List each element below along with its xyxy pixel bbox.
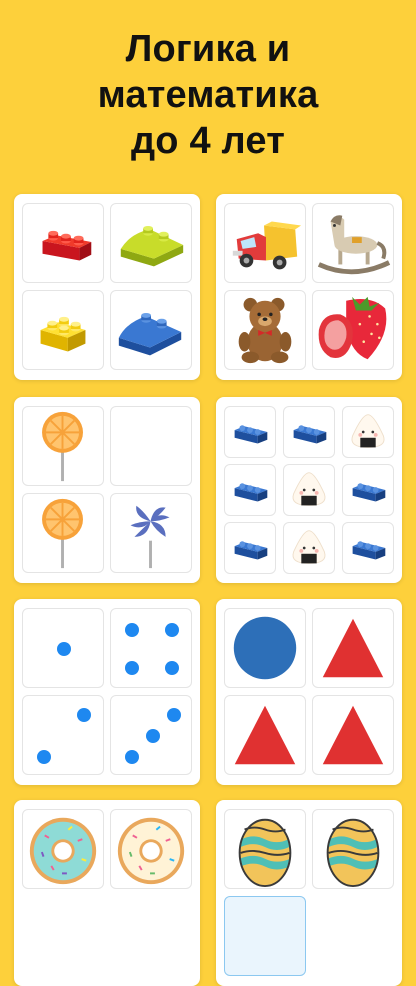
swirl-lollipop-icon bbox=[130, 501, 171, 569]
empty-answer-cell[interactable] bbox=[110, 406, 192, 486]
donut-cell[interactable] bbox=[22, 809, 104, 889]
dot bbox=[57, 642, 71, 656]
lollipop-cell[interactable] bbox=[110, 493, 192, 573]
toy-cell[interactable] bbox=[312, 203, 394, 283]
blue-brick-icon bbox=[352, 541, 386, 560]
toy-cell[interactable] bbox=[224, 290, 306, 370]
easter-egg-icon bbox=[238, 818, 292, 888]
red-triangle-shape bbox=[234, 705, 296, 765]
headline-line-1: Логика и bbox=[125, 28, 291, 70]
orange-lollipop-icon bbox=[42, 411, 83, 482]
pattern-cell[interactable] bbox=[224, 522, 276, 574]
sprinkle-donut-icon bbox=[117, 817, 185, 885]
mint-donut-icon bbox=[29, 817, 97, 885]
dots-cell-two[interactable] bbox=[22, 695, 104, 775]
teddy-bear-icon bbox=[238, 297, 292, 364]
shapes-card[interactable] bbox=[216, 599, 402, 785]
onigiri-icon bbox=[351, 414, 385, 448]
lollipop-card[interactable] bbox=[14, 397, 200, 583]
dot bbox=[146, 729, 160, 743]
donut-cell[interactable] bbox=[110, 809, 192, 889]
red-triangle-shape bbox=[322, 618, 384, 678]
dot bbox=[125, 661, 139, 675]
blue-brick-icon bbox=[234, 483, 268, 502]
red-brick-icon bbox=[42, 230, 92, 261]
pattern-cell[interactable] bbox=[283, 522, 335, 574]
dot bbox=[165, 661, 179, 675]
dot bbox=[77, 708, 91, 722]
blocks-card[interactable] bbox=[14, 194, 200, 380]
dots-cell-one[interactable] bbox=[22, 608, 104, 688]
toys-card[interactable] bbox=[216, 194, 402, 380]
shape-cell[interactable] bbox=[224, 695, 306, 775]
orange-lollipop-icon bbox=[42, 498, 83, 569]
pattern-cell[interactable] bbox=[342, 522, 394, 574]
dots-cell-four[interactable] bbox=[110, 608, 192, 688]
egg-cell[interactable] bbox=[312, 809, 394, 889]
toy-cell[interactable] bbox=[312, 290, 394, 370]
onigiri-icon bbox=[292, 530, 326, 564]
dot bbox=[125, 750, 139, 764]
headline: Логика и математика до 4 лет bbox=[0, 26, 416, 164]
dot bbox=[167, 708, 181, 722]
toy-cell[interactable] bbox=[224, 203, 306, 283]
block-cell[interactable] bbox=[110, 290, 192, 370]
rocking-horse-icon bbox=[317, 215, 391, 275]
pattern-cell[interactable] bbox=[283, 406, 335, 458]
dot bbox=[125, 623, 139, 637]
easter-egg-icon bbox=[326, 818, 380, 888]
pattern-cell[interactable] bbox=[283, 464, 335, 516]
pattern-cell[interactable] bbox=[224, 464, 276, 516]
onigiri-icon bbox=[292, 472, 326, 506]
donuts-card[interactable] bbox=[14, 800, 200, 986]
dots-cell-three[interactable] bbox=[110, 695, 192, 775]
blue-brick-icon bbox=[234, 425, 268, 444]
block-cell[interactable] bbox=[22, 290, 104, 370]
dot bbox=[37, 750, 51, 764]
green-brick-icon bbox=[120, 225, 184, 267]
lollipop-cell[interactable] bbox=[22, 493, 104, 573]
red-triangle-shape bbox=[322, 705, 384, 765]
block-cell[interactable] bbox=[110, 203, 192, 283]
shape-cell[interactable] bbox=[312, 608, 394, 688]
egg-cell-highlighted[interactable] bbox=[224, 896, 306, 976]
toy-truck-icon bbox=[232, 221, 302, 270]
egg-cell[interactable] bbox=[224, 809, 306, 889]
headline-line-3: до 4 лет bbox=[130, 120, 286, 162]
strawberry-icon bbox=[318, 296, 387, 360]
pattern-cell[interactable] bbox=[342, 406, 394, 458]
blue-brick-icon bbox=[352, 483, 386, 502]
counting-dots-card[interactable] bbox=[14, 599, 200, 785]
dot bbox=[165, 623, 179, 637]
block-cell[interactable] bbox=[22, 203, 104, 283]
pattern-card[interactable] bbox=[216, 397, 402, 583]
headline-line-2: математика bbox=[97, 74, 319, 116]
blue-brick-icon bbox=[234, 541, 268, 560]
blue-brick-icon bbox=[118, 312, 182, 356]
lollipop-cell[interactable] bbox=[22, 406, 104, 486]
yellow-brick-icon bbox=[40, 316, 86, 352]
shape-cell[interactable] bbox=[224, 608, 306, 688]
shape-cell[interactable] bbox=[312, 695, 394, 775]
blue-circle-shape bbox=[233, 616, 297, 680]
blue-brick-icon bbox=[293, 425, 327, 444]
pattern-cell[interactable] bbox=[342, 464, 394, 516]
pattern-cell[interactable] bbox=[224, 406, 276, 458]
eggs-card[interactable] bbox=[216, 800, 402, 986]
